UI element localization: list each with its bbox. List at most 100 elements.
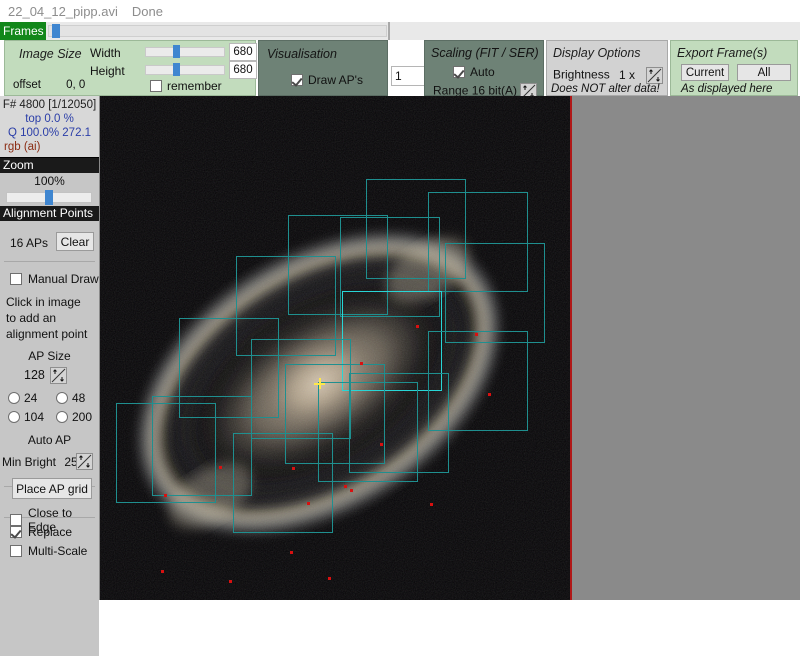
place-ap-grid-button[interactable]: Place AP grid [12, 478, 92, 499]
min-bright-spinner[interactable] [76, 453, 93, 470]
ap-size-radio-24[interactable] [8, 392, 20, 404]
export-frames-panel: Export Frame(s) Current All As displayed… [670, 40, 798, 96]
ap-size-option-200[interactable]: 200 [56, 410, 100, 424]
alignment-point-box[interactable] [445, 243, 545, 343]
alignment-point-marker[interactable] [488, 393, 491, 396]
multi-scale-checkbox[interactable] [10, 545, 22, 557]
frames-slider-track[interactable] [48, 25, 387, 37]
alignment-point-marker[interactable] [164, 494, 167, 497]
scaling-auto-checkbox[interactable] [453, 66, 465, 78]
height-value[interactable]: 680 [229, 61, 257, 79]
manual-draw-row[interactable]: Manual Draw [10, 272, 99, 286]
frame-info-box: F# 4800 [1/12050] top 0.0 % Q 100.0% 272… [0, 96, 99, 158]
export-current-button[interactable]: Current [681, 64, 729, 81]
title-bar: 22_04_12_pipp.avi Done [0, 0, 800, 22]
alignment-point-marker[interactable] [161, 570, 164, 573]
alignment-point-marker[interactable] [290, 551, 293, 554]
left-sidebar: F# 4800 [1/12050] top 0.0 % Q 100.0% 272… [0, 96, 100, 656]
manual-draw-checkbox[interactable] [10, 273, 22, 285]
ap-size-option-48-label: 48 [72, 391, 86, 405]
alignment-point-marker[interactable] [229, 580, 232, 583]
frame-number-input[interactable]: 1 [391, 66, 427, 86]
alignment-point-marker[interactable] [416, 325, 419, 328]
zoom-section: 100% [0, 173, 99, 206]
height-slider[interactable] [145, 65, 225, 75]
status-label: Done [131, 3, 163, 19]
ap-size-spinner[interactable] [50, 367, 67, 384]
alignment-point-marker[interactable] [350, 489, 353, 492]
ap-hint-line1: Click in image [6, 295, 81, 309]
ap-size-value: 128 [24, 368, 45, 382]
center-crosshair-icon [314, 378, 325, 389]
ap-size-option-48[interactable]: 48 [56, 391, 100, 405]
clear-aps-button[interactable]: Clear [56, 232, 94, 251]
frames-divider [388, 22, 390, 40]
min-bright-label: Min Bright [2, 455, 57, 469]
alignment-point-marker[interactable] [328, 577, 331, 580]
ap-size-radio-48[interactable] [56, 392, 68, 404]
ap-hint-text: Click in image to add an alignment point [6, 294, 87, 342]
brightness-spinner[interactable] [646, 67, 664, 84]
frames-slider-thumb[interactable] [52, 24, 60, 38]
replace-row[interactable]: Replace [10, 525, 72, 539]
export-all-button[interactable]: All [737, 64, 791, 81]
auto-ap-label: Auto AP [27, 433, 72, 447]
zoom-slider-thumb[interactable] [45, 190, 53, 205]
min-bright-row: Min Bright 25 [2, 455, 78, 469]
brightness-row: Brightness 1 x [553, 67, 664, 84]
height-slider-thumb[interactable] [173, 63, 180, 76]
brightness-value: 1 x [619, 67, 636, 82]
alignment-point-marker[interactable] [219, 466, 222, 469]
display-options-note: Does NOT alter data! [551, 83, 660, 95]
ap-size-option-200-label: 200 [72, 410, 93, 424]
file-name-label: 22_04_12_pipp.avi [8, 3, 118, 19]
ap-size-option-104[interactable]: 104 [8, 410, 52, 424]
alignment-point-marker[interactable] [344, 485, 347, 488]
alignment-point-marker[interactable] [380, 443, 383, 446]
header-panels: Image Size Width Height 680 680 offset 0… [0, 40, 800, 119]
image-canvas-area [99, 96, 800, 600]
height-label: Height [90, 64, 125, 78]
alignment-point-marker[interactable] [430, 503, 433, 506]
ap-size-radio-104[interactable] [8, 411, 20, 423]
scaling-title: Scaling (FIT / SER) [431, 46, 539, 60]
draw-aps-checkbox[interactable] [291, 74, 303, 86]
alignment-point-marker[interactable] [292, 467, 295, 470]
remember-row[interactable]: remember [150, 79, 222, 93]
ap-count-label: 16 APs [10, 236, 49, 250]
draw-aps-row[interactable]: Draw AP's [291, 73, 363, 87]
alignment-point-box[interactable] [116, 403, 216, 503]
width-value[interactable]: 680 [229, 43, 257, 61]
image-size-title: Image Size [19, 47, 82, 61]
alignment-point-marker[interactable] [360, 362, 363, 365]
frames-label: Frames [0, 22, 46, 40]
remember-checkbox[interactable] [150, 80, 162, 92]
zoom-percent-label: 100% [34, 174, 65, 188]
scaling-auto-row[interactable]: Auto [453, 65, 495, 79]
offset-value: 0, 0 [66, 79, 86, 91]
remember-label: remember [167, 79, 222, 93]
brightness-label: Brightness [553, 67, 610, 82]
alignment-point-marker[interactable] [307, 502, 310, 505]
galaxy-image-canvas[interactable] [100, 96, 571, 600]
width-slider[interactable] [145, 47, 225, 57]
alignment-point-box[interactable] [318, 382, 418, 482]
alignment-point-marker[interactable] [475, 333, 478, 336]
width-slider-thumb[interactable] [173, 45, 180, 58]
divider [4, 261, 95, 262]
frames-bar: Frames [0, 22, 800, 40]
ap-size-radio-200[interactable] [56, 411, 68, 423]
multi-scale-row[interactable]: Multi-Scale [10, 544, 87, 558]
frame-number-info: F# 4800 [1/12050] [2, 99, 97, 111]
export-note: As displayed here [681, 83, 773, 95]
ap-size-label: AP Size [28, 349, 71, 363]
replace-checkbox[interactable] [10, 526, 22, 538]
scaling-panel: Scaling (FIT / SER) Auto Range 16 bit(A) [424, 40, 544, 100]
display-options-title: Display Options [553, 46, 641, 60]
visualisation-panel: Visualisation Draw AP's [258, 40, 388, 96]
channel-info: rgb (ai) [4, 141, 41, 153]
ap-size-option-24[interactable]: 24 [8, 391, 52, 405]
manual-draw-label: Manual Draw [28, 272, 99, 286]
replace-label: Replace [28, 525, 73, 539]
visualisation-title: Visualisation [267, 47, 337, 61]
